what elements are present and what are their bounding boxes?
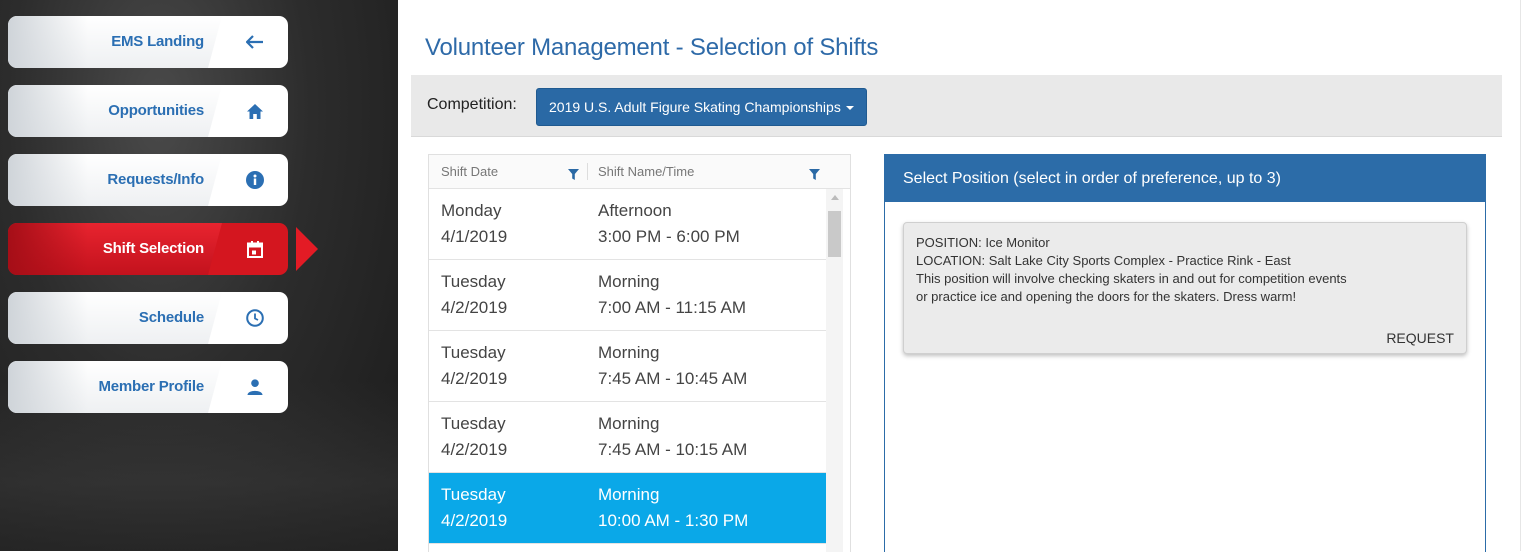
shift-name: Afternoon	[598, 201, 672, 220]
shift-day: Monday	[441, 201, 502, 220]
sidebar-item-ems-landing[interactable]: EMS Landing	[8, 16, 288, 68]
table-row[interactable]: Tuesday 4/2/2019 Morning 7:45 AM - 10:45…	[429, 331, 826, 402]
sidebar-item-shift-selection[interactable]: Shift Selection	[8, 223, 288, 275]
shift-grid: Shift Date Shift Name/Time Monday 4/1/20…	[428, 154, 851, 552]
table-row-selected[interactable]: Tuesday 4/2/2019 Morning 10:00 AM - 1:30…	[429, 473, 826, 544]
scrollbar-thumb[interactable]	[828, 211, 841, 257]
column-header-shift-date[interactable]: Shift Date	[441, 155, 498, 188]
competition-bar: Competition: 2019 U.S. Adult Figure Skat…	[411, 75, 1502, 137]
filter-icon[interactable]	[568, 167, 579, 185]
competition-label: Competition:	[427, 96, 517, 113]
sidebar-item-label: Requests/Info	[107, 171, 204, 188]
page-title: Volunteer Management - Selection of Shif…	[425, 34, 879, 61]
position-title: POSITION: Ice Monitor	[916, 235, 1050, 250]
sidebar-item-label: Member Profile	[98, 378, 204, 395]
grid-header: Shift Date Shift Name/Time	[429, 155, 850, 189]
request-button[interactable]: REQUEST	[1386, 330, 1454, 346]
shift-date: 4/1/2019	[441, 227, 508, 246]
sidebar-nav: EMS Landing Opportunities Requests/Info …	[0, 0, 398, 551]
shift-name: Morning	[598, 485, 660, 504]
panel-header: Select Position (select in order of pref…	[885, 155, 1485, 202]
sidebar-item-requests-info[interactable]: Requests/Info	[8, 154, 288, 206]
column-divider	[587, 163, 588, 180]
calendar-icon	[247, 240, 263, 258]
shift-time: 7:45 AM - 10:15 AM	[598, 440, 748, 459]
table-row[interactable]: Monday 4/1/2019 Afternoon 3:00 PM - 6:00…	[429, 189, 826, 260]
shift-day: Tuesday	[441, 272, 506, 291]
position-location: LOCATION: Salt Lake City Sports Complex …	[916, 253, 1291, 268]
position-panel: Select Position (select in order of pref…	[884, 154, 1486, 552]
shift-time: 10:00 AM - 1:30 PM	[598, 511, 749, 530]
shift-date: 4/2/2019	[441, 511, 508, 530]
position-card[interactable]: POSITION: Ice Monitor LOCATION: Salt Lak…	[903, 222, 1467, 354]
shift-date: 4/2/2019	[441, 369, 508, 388]
shift-date: 4/2/2019	[441, 298, 508, 317]
sidebar-item-schedule[interactable]: Schedule	[8, 292, 288, 344]
home-icon	[246, 103, 264, 120]
competition-selected-value: 2019 U.S. Adult Figure Skating Champions…	[549, 99, 841, 115]
active-item-pointer	[296, 227, 318, 271]
user-icon	[247, 379, 263, 395]
shift-date: 4/2/2019	[441, 440, 508, 459]
shift-day: Tuesday	[441, 343, 506, 362]
competition-dropdown[interactable]: 2019 U.S. Adult Figure Skating Champions…	[536, 88, 867, 126]
caret-down-icon	[845, 106, 854, 110]
position-description-line2: or practice ice and opening the doors fo…	[916, 289, 1297, 304]
shift-day: Tuesday	[441, 414, 506, 433]
shift-name: Morning	[598, 272, 660, 291]
shift-name: Morning	[598, 414, 660, 433]
info-icon	[246, 171, 264, 189]
shift-time: 3:00 PM - 6:00 PM	[598, 227, 740, 246]
table-row[interactable]: Tuesday 4/2/2019 Morning 7:45 AM - 10:15…	[429, 402, 826, 473]
sidebar-item-label: Shift Selection	[102, 240, 204, 257]
clock-icon	[246, 309, 264, 327]
shift-day: Tuesday	[441, 485, 506, 504]
arrow-left-icon	[246, 35, 264, 49]
grid-scrollbar[interactable]	[826, 189, 843, 552]
position-description-line1: This position will involve checking skat…	[916, 271, 1347, 286]
shift-time: 7:00 AM - 11:15 AM	[598, 298, 747, 317]
sidebar-item-label: EMS Landing	[111, 33, 204, 50]
shift-name: Morning	[598, 343, 660, 362]
shift-time: 7:45 AM - 10:45 AM	[598, 369, 748, 388]
page-edge-divider	[1520, 0, 1521, 551]
sidebar-item-label: Schedule	[138, 309, 204, 326]
sidebar-item-label: Opportunities	[108, 102, 204, 119]
filter-icon[interactable]	[809, 167, 820, 185]
sidebar-item-opportunities[interactable]: Opportunities	[8, 85, 288, 137]
table-row[interactable]: Tuesday 4/2/2019 Morning 7:00 AM - 11:15…	[429, 260, 826, 331]
sidebar-item-member-profile[interactable]: Member Profile	[8, 361, 288, 413]
column-header-shift-name-time[interactable]: Shift Name/Time	[598, 155, 694, 188]
scroll-up-arrow-icon[interactable]	[831, 195, 839, 200]
grid-body: Monday 4/1/2019 Afternoon 3:00 PM - 6:00…	[429, 189, 826, 544]
